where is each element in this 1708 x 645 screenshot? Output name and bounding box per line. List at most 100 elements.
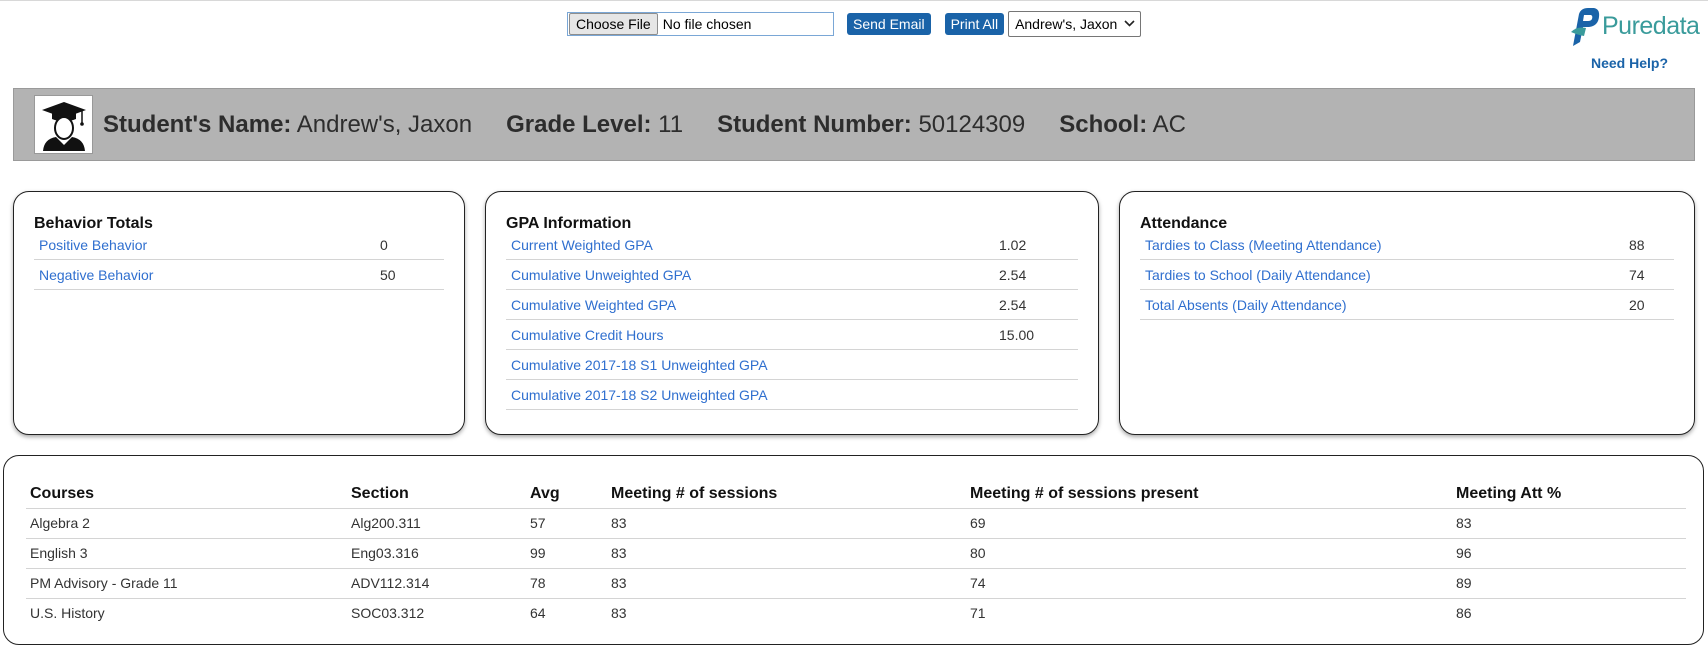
courses-panel: Courses Section Avg Meeting # of session… bbox=[3, 455, 1704, 645]
gpa-link[interactable]: Cumulative Credit Hours bbox=[511, 327, 664, 343]
column-header: Meeting # of sessions present bbox=[970, 484, 1199, 502]
table-cell: 89 bbox=[1452, 567, 1686, 598]
school: School: AC bbox=[1059, 111, 1186, 139]
grade-level: Grade Level: 11 bbox=[506, 111, 683, 139]
table-cell: 74 bbox=[966, 567, 1452, 598]
gpa-link[interactable]: Cumulative 2017-18 S1 Unweighted GPA bbox=[511, 357, 768, 373]
gpa-value: 1.02 bbox=[999, 237, 1027, 253]
list-item: Positive Behavior 0 bbox=[34, 230, 444, 260]
table-cell: 99 bbox=[526, 537, 607, 568]
column-header: Section bbox=[351, 484, 409, 502]
table-cell: 64 bbox=[526, 597, 607, 628]
list-item: Cumulative 2017-18 S1 Unweighted GPA bbox=[506, 350, 1078, 380]
gpa-link[interactable]: Cumulative 2017-18 S2 Unweighted GPA bbox=[511, 387, 768, 403]
table-row: PM Advisory - Grade 11 ADV112.314 78 83 … bbox=[26, 567, 1686, 598]
logo: Puredata bbox=[1567, 6, 1700, 46]
student-number-label: Student Number: bbox=[717, 110, 912, 138]
attendance-value: 74 bbox=[1629, 267, 1645, 283]
choose-file-button[interactable]: Choose File bbox=[569, 13, 658, 35]
toolbar: Choose File No file chosen Send Email Pr… bbox=[567, 11, 1142, 37]
column-header: Meeting Att % bbox=[1456, 484, 1562, 502]
gpa-list: Current Weighted GPA 1.02 Cumulative Unw… bbox=[506, 230, 1078, 410]
table-cell: 86 bbox=[1452, 597, 1686, 628]
table-row: U.S. History SOC03.312 64 83 71 86 bbox=[26, 597, 1686, 628]
list-item: Cumulative 2017-18 S2 Unweighted GPA bbox=[506, 380, 1078, 410]
list-item: Cumulative Unweighted GPA 2.54 bbox=[506, 260, 1078, 290]
table-cell: Alg200.311 bbox=[347, 507, 526, 538]
student-info: Student's Name: Andrew's, Jaxon Grade Le… bbox=[103, 111, 1220, 139]
table-cell: 57 bbox=[526, 507, 607, 538]
table-cell: 83 bbox=[607, 537, 966, 568]
file-input[interactable]: Choose File No file chosen bbox=[567, 12, 834, 36]
table-cell: 83 bbox=[607, 507, 966, 538]
list-item: Tardies to Class (Meeting Attendance) 88 bbox=[1140, 230, 1674, 260]
table-cell: Eng03.316 bbox=[347, 537, 526, 568]
table-cell: 80 bbox=[966, 537, 1452, 568]
student-banner: Student's Name: Andrew's, Jaxon Grade Le… bbox=[13, 88, 1695, 161]
column-header: Courses bbox=[30, 484, 95, 502]
table-cell: PM Advisory - Grade 11 bbox=[26, 567, 347, 598]
student-name: Student's Name: Andrew's, Jaxon bbox=[103, 111, 472, 139]
attendance-value: 20 bbox=[1629, 297, 1645, 313]
gpa-card: GPA Information Current Weighted GPA 1.0… bbox=[485, 191, 1099, 435]
attendance-link[interactable]: Total Absents (Daily Attendance) bbox=[1145, 297, 1347, 313]
gpa-link[interactable]: Current Weighted GPA bbox=[511, 237, 653, 253]
student-select[interactable]: Andrew's, Jaxon bbox=[1008, 11, 1142, 37]
behavior-value: 50 bbox=[380, 267, 396, 283]
gpa-link[interactable]: Cumulative Unweighted GPA bbox=[511, 267, 691, 283]
table-cell: 71 bbox=[966, 597, 1452, 628]
table-row: English 3 Eng03.316 99 83 80 96 bbox=[26, 537, 1686, 568]
chevron-down-icon bbox=[1124, 19, 1135, 30]
behavior-link[interactable]: Positive Behavior bbox=[39, 237, 147, 253]
school-label: School: bbox=[1059, 110, 1148, 138]
list-item: Total Absents (Daily Attendance) 20 bbox=[1140, 290, 1674, 320]
student-name-label: Student's Name: bbox=[103, 110, 292, 138]
graduate-avatar-icon bbox=[34, 95, 93, 154]
need-help-link[interactable]: Need Help? bbox=[1591, 55, 1668, 71]
gpa-value: 15.00 bbox=[999, 327, 1035, 343]
table-cell: ADV112.314 bbox=[347, 567, 526, 598]
courses-table: Courses Section Avg Meeting # of session… bbox=[26, 480, 1686, 628]
behavior-list: Positive Behavior 0 Negative Behavior 50 bbox=[34, 230, 444, 290]
send-email-button[interactable]: Send Email bbox=[847, 13, 931, 35]
attendance-list: Tardies to Class (Meeting Attendance) 88… bbox=[1140, 230, 1674, 320]
behavior-value: 0 bbox=[380, 237, 388, 253]
list-item: Cumulative Credit Hours 15.00 bbox=[506, 320, 1078, 350]
file-status-text: No file chosen bbox=[662, 16, 752, 32]
behavior-link[interactable]: Negative Behavior bbox=[39, 267, 153, 283]
grade-level-value: 11 bbox=[658, 110, 684, 138]
logo-text: Puredata bbox=[1602, 11, 1700, 40]
table-cell: 83 bbox=[1452, 507, 1686, 538]
column-header: Meeting # of sessions bbox=[611, 484, 778, 502]
list-item: Current Weighted GPA 1.02 bbox=[506, 230, 1078, 260]
gpa-value: 2.54 bbox=[999, 267, 1027, 283]
puredata-logo-icon bbox=[1567, 6, 1601, 46]
list-item: Cumulative Weighted GPA 2.54 bbox=[506, 290, 1078, 320]
table-cell: 83 bbox=[607, 597, 966, 628]
list-item: Tardies to School (Daily Attendance) 74 bbox=[1140, 260, 1674, 290]
print-all-button[interactable]: Print All bbox=[944, 13, 1005, 35]
grade-level-label: Grade Level: bbox=[506, 110, 652, 138]
list-item: Negative Behavior 50 bbox=[34, 260, 444, 290]
table-cell: Algebra 2 bbox=[26, 507, 347, 538]
table-cell: 96 bbox=[1452, 537, 1686, 568]
student-name-value: Andrew's, Jaxon bbox=[296, 110, 473, 138]
student-number: Student Number: 50124309 bbox=[717, 111, 1025, 139]
attendance-card: Attendance Tardies to Class (Meeting Att… bbox=[1119, 191, 1695, 435]
table-cell: U.S. History bbox=[26, 597, 347, 628]
attendance-value: 88 bbox=[1629, 237, 1645, 253]
school-value: AC bbox=[1152, 110, 1186, 138]
attendance-link[interactable]: Tardies to Class (Meeting Attendance) bbox=[1145, 237, 1382, 253]
column-header: Avg bbox=[530, 484, 560, 502]
attendance-link[interactable]: Tardies to School (Daily Attendance) bbox=[1145, 267, 1371, 283]
table-cell: 78 bbox=[526, 567, 607, 598]
table-header-row: Courses Section Avg Meeting # of session… bbox=[26, 480, 1686, 508]
table-cell: 83 bbox=[607, 567, 966, 598]
student-select-value: Andrew's, Jaxon bbox=[1015, 16, 1118, 32]
student-number-value: 50124309 bbox=[918, 110, 1026, 138]
table-cell: SOC03.312 bbox=[347, 597, 526, 628]
behavior-card: Behavior Totals Positive Behavior 0 Nega… bbox=[13, 191, 465, 435]
table-cell: 69 bbox=[966, 507, 1452, 538]
gpa-link[interactable]: Cumulative Weighted GPA bbox=[511, 297, 676, 313]
table-row: Algebra 2 Alg200.311 57 83 69 83 bbox=[26, 507, 1686, 538]
